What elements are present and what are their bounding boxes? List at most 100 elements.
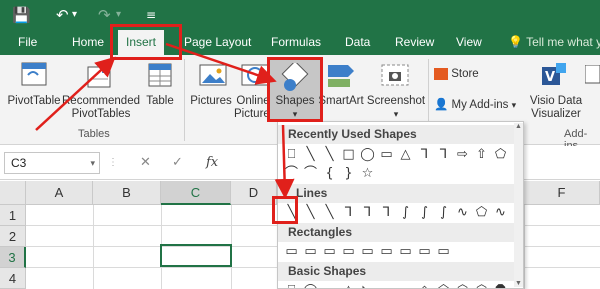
pivottable-button[interactable]: PivotTable [4,95,64,108]
store-button[interactable]: Store [434,66,479,82]
row-header[interactable]: 2 [0,226,26,247]
tab-file[interactable]: File [18,30,37,55]
recent-shape-icon[interactable]: ▭ [377,146,396,164]
line-shape-icon[interactable]: ∫ [415,204,434,222]
screenshot-button[interactable]: Screenshot [364,95,428,108]
recent-shape-icon[interactable]: ⬠ [491,146,510,164]
undo-dropdown-icon[interactable]: ▾ [72,5,77,25]
my-addins-label: My Add-ins [451,99,509,111]
line-shape-icon[interactable]: ∫ [396,204,415,222]
scroll-up-icon[interactable]: ▲ [514,123,523,130]
visio-data-visualizer-button[interactable]: Visio Data Visualizer [528,95,584,121]
rectangle-shape-icon[interactable]: ▭ [377,243,396,261]
highlight-shapes-button [267,57,323,122]
basic-shape-icon[interactable]: ⏢ [396,282,415,288]
line-shape-icon[interactable]: ╲ [301,204,320,222]
line-shape-icon[interactable]: ∿ [453,204,472,222]
recent-shape-icon[interactable]: ⅂ [415,146,434,164]
recommended-pivottables-button[interactable]: Recommended PivotTables [61,95,141,121]
highlight-line-shape [272,196,298,224]
column-header[interactable]: A [26,181,93,205]
rectangle-shape-icon[interactable]: ▭ [320,243,339,261]
select-all-corner[interactable] [0,181,26,205]
customize-icon[interactable]: ≡ [146,5,156,25]
lines-header: Lines [278,184,523,203]
row-header[interactable]: 1 [0,205,26,226]
recent-shape-icon[interactable]: } [339,165,358,183]
line-shape-icon[interactable]: ╲ [320,204,339,222]
column-header[interactable]: B [93,181,161,205]
line-shape-icon[interactable]: ⅂ [339,204,358,222]
basic-shape-icon[interactable]: ◺ [358,282,377,288]
insert-function-button[interactable]: fx [206,152,218,174]
tab-review[interactable]: Review [395,30,434,55]
gallery-scrollbar[interactable]: ▲ ▼ [514,123,523,287]
column-header[interactable]: D [231,181,277,205]
redo-dropdown-icon[interactable]: ▾ [116,5,121,25]
scroll-down-icon[interactable]: ▼ [514,280,523,287]
rectangle-shape-icon[interactable]: ▭ [282,243,301,261]
basic-shape-icon[interactable]: ▱ [377,282,396,288]
basic-shape-icon[interactable]: ▭ [320,282,339,288]
line-shape-icon[interactable]: ⅂ [377,204,396,222]
recent-shape-icon[interactable]: ⌒ [282,165,301,183]
tab-page-layout[interactable]: Page Layout [184,30,251,55]
rectangle-shape-icon[interactable]: ▭ [301,243,320,261]
basic-shape-icon[interactable]: ⬡ [453,282,472,288]
basic-shape-icon[interactable]: ⎕ [282,282,301,288]
row-header[interactable]: 4 [0,268,26,289]
recent-shape-icon[interactable]: ⎕ [282,146,301,164]
rectangle-shape-icon[interactable]: ▭ [396,243,415,261]
recent-shape-icon[interactable]: ╲ [301,146,320,164]
recent-shape-icon[interactable]: □ [339,146,358,164]
pictures-button[interactable]: Pictures [188,95,234,108]
undo-icon[interactable]: ↶ [56,5,69,25]
recent-shape-icon[interactable]: ☆ [358,165,377,183]
recent-shape-icon[interactable]: ╲ [320,146,339,164]
basic-shape-icon[interactable]: ◇ [415,282,434,288]
rectangle-shape-icon[interactable]: ▭ [415,243,434,261]
table-button[interactable]: Table [140,95,180,108]
formula-input[interactable] [232,152,276,174]
recent-shapes-row: ⌒ ⌒{} ☆ [282,165,377,183]
rectangle-shape-icon[interactable]: ▭ [358,243,377,261]
rectangle-shape-icon[interactable]: ▭ [434,243,453,261]
tab-home[interactable]: Home [72,30,104,55]
recent-shape-icon[interactable]: ⅂ [434,146,453,164]
row-header[interactable]: 3 [0,247,26,268]
tab-view[interactable]: View [456,30,482,55]
redo-icon[interactable]: ↷ [98,5,111,25]
basic-shape-icon[interactable]: ⬡ [472,282,491,288]
rectangle-shape-icon[interactable]: ▭ [339,243,358,261]
addin-extra-icon [585,65,600,84]
line-shape-icon[interactable]: ⅂ [358,204,377,222]
selected-cell[interactable] [160,244,232,267]
name-box[interactable]: C3 ▾ [4,152,100,174]
column-header[interactable]: C [161,181,231,205]
cancel-icon[interactable]: ✕ [140,152,151,174]
column-header[interactable]: F [524,181,600,205]
save-icon[interactable]: 💾 [12,5,31,25]
line-shape-icon[interactable]: ∫ [434,204,453,222]
line-shape-icon[interactable]: ⬠ [472,204,491,222]
basic-shape-icon[interactable]: ◯ [301,282,320,288]
tab-formulas[interactable]: Formulas [271,30,321,55]
enter-icon[interactable]: ✓ [172,152,183,174]
tell-me-search[interactable]: 💡 Tell me what yo [508,30,600,55]
smartart-button[interactable]: SmartArt [316,95,366,108]
screenshot-dropdown-icon[interactable]: ▾ [364,108,428,121]
recommended-label-line1: Recommended [62,95,140,107]
table-label: Table [146,95,174,107]
line-shape-icon[interactable]: ∿ [491,204,510,222]
my-addins-button[interactable]: 👤 My Add-ins ▾ [434,96,516,113]
tab-data[interactable]: Data [345,30,370,55]
recent-shape-icon[interactable]: ⌒ [301,165,320,183]
recent-shape-icon[interactable]: ⇨ [453,146,472,164]
recent-shape-icon[interactable]: ⇧ [472,146,491,164]
recent-shape-icon[interactable]: ◯ [358,146,377,164]
recent-shape-icon[interactable]: △ [396,146,415,164]
basic-shape-icon[interactable]: ⬠ [434,282,453,288]
recent-shape-icon[interactable]: { [320,165,339,183]
basic-shape-icon[interactable]: ⯃ [491,282,510,288]
basic-shape-icon[interactable]: △ [339,282,358,288]
